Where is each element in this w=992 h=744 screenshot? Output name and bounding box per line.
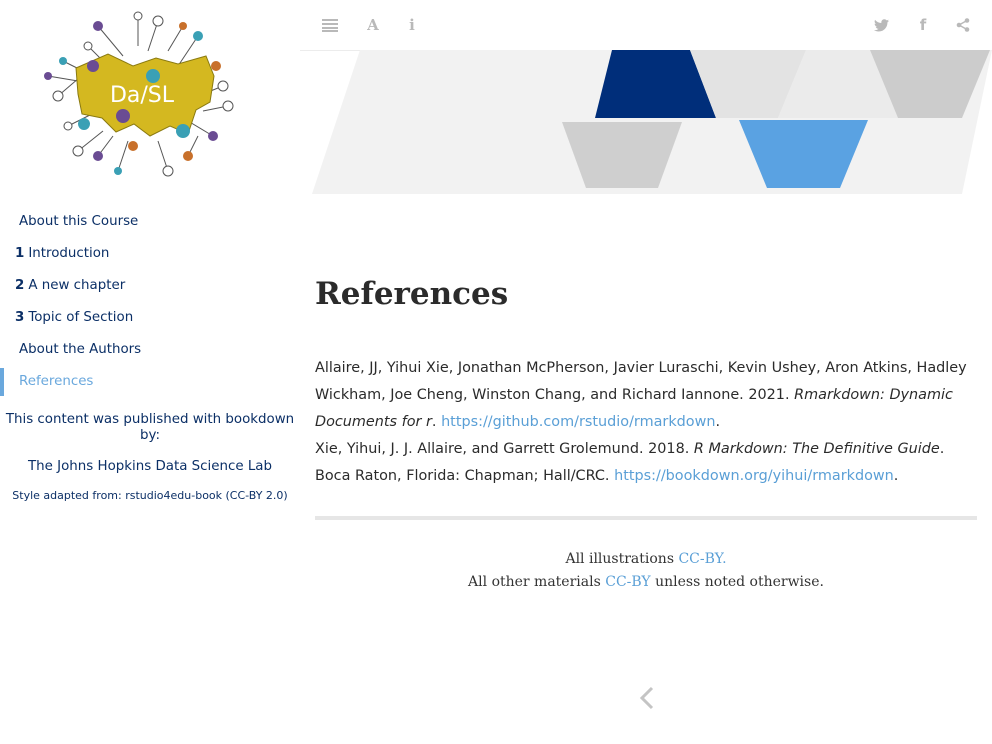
reference-after: .: [431, 414, 442, 430]
reference-authors: Xie, Yihui, J. J. Allaire, and Garrett G…: [315, 441, 694, 457]
toc-num: 3: [15, 310, 25, 325]
reference-title: R Markdown: The Definitive Guide: [693, 441, 940, 457]
toc-item-topic-of-section[interactable]: 3 Topic of Section: [0, 302, 300, 334]
reference-entry: Xie, Yihui, J. J. Allaire, and Garrett G…: [315, 436, 977, 490]
twitter-icon[interactable]: [872, 16, 890, 34]
toc-label: About the Authors: [19, 342, 142, 357]
reference-link[interactable]: https://github.com/rstudio/rmarkdown: [441, 414, 715, 430]
published-with-text[interactable]: This content was published with bookdown…: [0, 412, 300, 444]
cc-by-link[interactable]: CC-BY.: [678, 551, 726, 567]
lab-link[interactable]: The Johns Hopkins Data Science Lab: [0, 459, 300, 474]
previous-page-chevron-icon[interactable]: [636, 684, 658, 712]
font-icon[interactable]: A: [364, 16, 382, 34]
reference-entry: Allaire, JJ, Yihui Xie, Jonathan McPhers…: [315, 355, 977, 436]
divider: [315, 516, 977, 520]
font-icon-glyph: A: [367, 16, 379, 34]
toc-label: References: [19, 374, 94, 389]
toc-item-references[interactable]: References: [0, 366, 300, 398]
toc-item-about-course[interactable]: About this Course: [0, 206, 300, 238]
facebook-icon[interactable]: f: [914, 16, 932, 34]
facebook-icon-glyph: f: [919, 16, 927, 34]
toc-label: Introduction: [28, 246, 110, 261]
info-icon-glyph: i: [409, 16, 415, 34]
toc-item-introduction[interactable]: 1 Introduction: [0, 238, 300, 270]
toc-label: Topic of Section: [28, 310, 134, 325]
toc-item-new-chapter[interactable]: 2A new chapter: [0, 270, 300, 302]
list-icon[interactable]: [321, 16, 339, 34]
page-title: References: [315, 276, 509, 312]
footer-text: All illustrations: [565, 551, 679, 567]
reference-end: .: [893, 468, 899, 484]
dasl-logo: Da/SL: [38, 6, 242, 186]
license-footer: All illustrations CC-BY. All other mater…: [315, 548, 977, 594]
footer-line-2: All other materials CC-BY unless noted o…: [315, 571, 977, 594]
header-banner: [312, 50, 992, 196]
toc-item-about-authors[interactable]: About the Authors: [0, 334, 300, 366]
footer-text: All other materials: [468, 574, 606, 590]
toc-num: 1: [15, 246, 25, 261]
sidebar: Da/SL About this Course 1 Introduction 2A…: [0, 0, 300, 744]
toolbar: A i f: [300, 0, 992, 51]
footer-text: unless noted otherwise.: [650, 574, 824, 590]
toc-label: About this Course: [19, 214, 139, 229]
info-icon[interactable]: i: [403, 16, 421, 34]
footer-line-1: All illustrations CC-BY.: [315, 548, 977, 571]
share-icon[interactable]: [954, 16, 972, 34]
references-list: Allaire, JJ, Yihui Xie, Jonathan McPhers…: [315, 355, 977, 490]
reference-link[interactable]: https://bookdown.org/yihui/rmarkdown: [614, 468, 894, 484]
toc-label: A new chapter: [28, 278, 126, 293]
cc-by-link[interactable]: CC-BY: [605, 574, 650, 590]
style-adapted-link[interactable]: Style adapted from: rstudio4edu-book (CC…: [0, 489, 300, 502]
svg-text:Da/SL: Da/SL: [110, 83, 175, 108]
reference-end: .: [715, 414, 721, 430]
toc: About this Course 1 Introduction 2A new c…: [0, 206, 300, 398]
toc-num: 2: [15, 278, 25, 293]
